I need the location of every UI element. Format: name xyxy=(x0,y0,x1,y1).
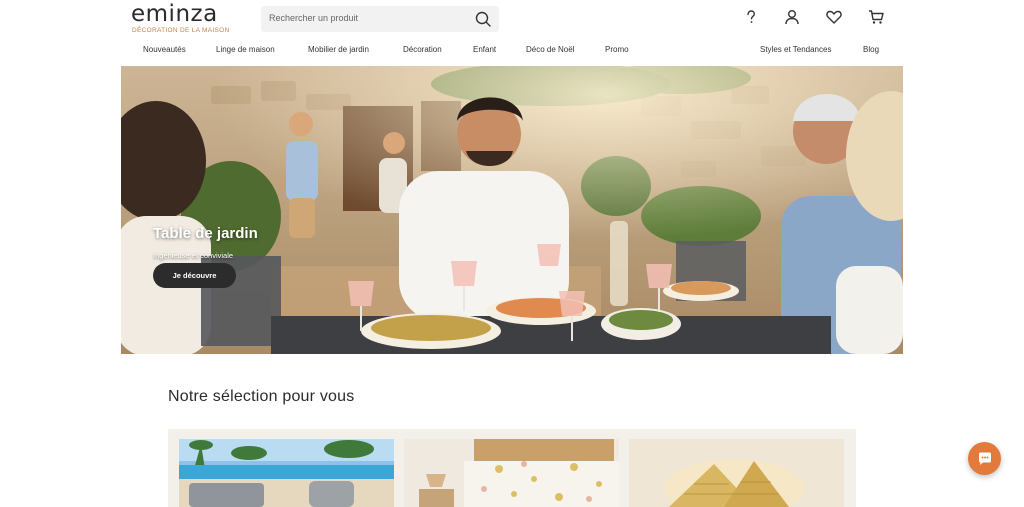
product-card-garden-furniture[interactable] xyxy=(179,439,394,507)
product-card-bedding[interactable] xyxy=(404,439,619,507)
hero-title: Table de jardin xyxy=(153,225,258,242)
nav-item-decoration[interactable]: Décoration xyxy=(403,45,442,54)
wishlist-heart-icon[interactable] xyxy=(825,8,843,26)
search-bar[interactable]: Rechercher un produit xyxy=(261,6,499,32)
product-card-lamp[interactable] xyxy=(629,439,844,507)
brand-logo[interactable]: eminza DÉCORATION DE LA MAISON xyxy=(131,2,231,36)
hero-cta-button[interactable]: Je découvre xyxy=(153,263,236,288)
nav-item-promo[interactable]: Promo xyxy=(605,45,629,54)
site-header: eminza DÉCORATION DE LA MAISON Recherche… xyxy=(0,0,1024,66)
product-image-garden-lounge xyxy=(179,439,394,507)
nav-item-blog[interactable]: Blog xyxy=(863,45,879,54)
nav-item-mobilier-de-jardin[interactable]: Mobilier de jardin xyxy=(308,45,369,54)
hero-image xyxy=(121,66,903,354)
selection-title: Notre sélection pour vous xyxy=(168,388,355,405)
brand-tagline: DÉCORATION DE LA MAISON xyxy=(132,27,230,34)
account-icon[interactable] xyxy=(783,8,801,26)
nav-item-nouveautes[interactable]: Nouveautés xyxy=(143,45,186,54)
brand-name: eminza xyxy=(131,1,218,27)
nav-item-styles-et-tendances[interactable]: Styles et Tendances xyxy=(760,45,831,54)
hero-subtitle: Ingénieuse et conviviale xyxy=(153,251,234,260)
product-image-woven-lamp xyxy=(629,439,844,507)
nav-item-deco-de-noel[interactable]: Déco de Noël xyxy=(526,45,574,54)
cart-icon[interactable] xyxy=(867,8,885,26)
chat-button[interactable] xyxy=(968,442,1001,475)
nav-item-linge-de-maison[interactable]: Linge de maison xyxy=(216,45,275,54)
nav-item-enfant[interactable]: Enfant xyxy=(473,45,496,54)
help-icon[interactable] xyxy=(742,8,760,26)
hero-banner[interactable]: Table de jardin Ingénieuse et conviviale… xyxy=(121,66,903,354)
search-icon[interactable] xyxy=(474,10,492,28)
chat-bubble-icon xyxy=(978,452,991,465)
product-image-floral-bedding xyxy=(404,439,619,507)
search-input[interactable]: Rechercher un produit xyxy=(269,13,358,23)
